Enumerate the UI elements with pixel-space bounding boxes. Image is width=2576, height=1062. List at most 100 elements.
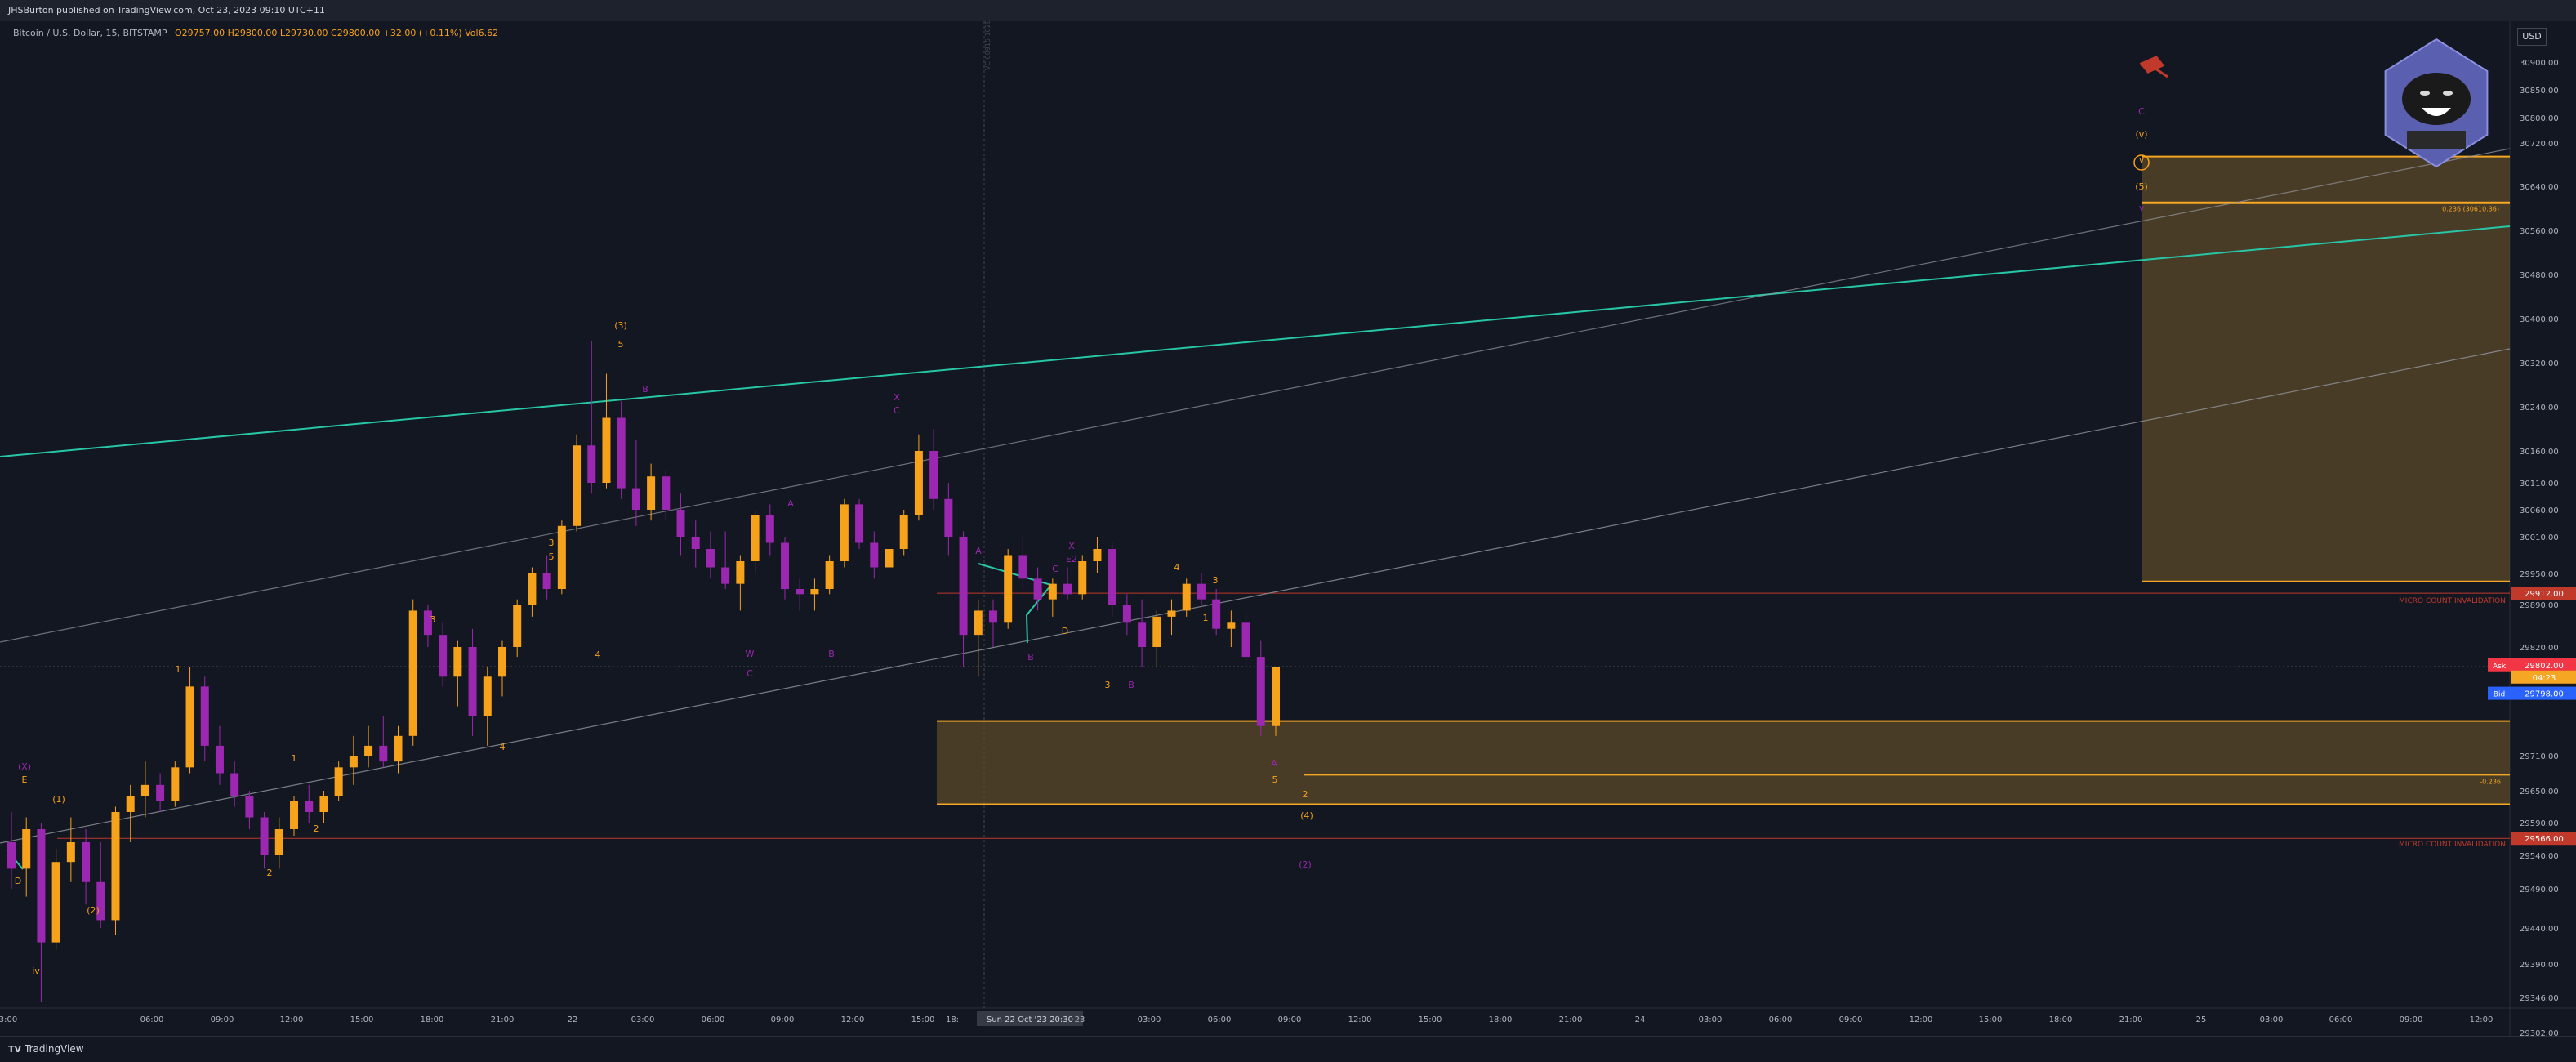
- time-tick-label: 12:00: [2470, 1015, 2494, 1024]
- time-tick-label: 03:00: [2260, 1015, 2284, 1024]
- time-tick-label: 09:00: [771, 1015, 795, 1024]
- time-tick-label: 12:00: [1910, 1015, 1933, 1024]
- candle-body: [751, 515, 760, 561]
- wave-label: X: [1068, 541, 1075, 551]
- candle-body: [171, 767, 180, 801]
- time-tick-label: 15:00: [1419, 1015, 1442, 1024]
- candle-body: [1241, 622, 1250, 658]
- price-tag-text-bid: 29798.00: [2525, 690, 2564, 699]
- candle-body: [1122, 605, 1131, 623]
- wave-label: 5: [549, 551, 555, 562]
- wave-label: A: [787, 498, 794, 509]
- candle-body: [796, 589, 804, 595]
- wave-label: C: [747, 668, 753, 679]
- wave-label: (2): [87, 905, 100, 916]
- candle-body: [1108, 549, 1116, 605]
- price-tick-label: 30160.00: [2520, 448, 2559, 457]
- candle-body: [1197, 583, 1206, 600]
- candle-body: [111, 812, 120, 921]
- candle-body: [1212, 599, 1221, 629]
- wave-label: D: [1062, 626, 1068, 636]
- time-tick-label: 18:: [946, 1015, 959, 1024]
- candle-body: [647, 476, 656, 510]
- candle-body: [215, 745, 224, 774]
- candle-body: [319, 796, 328, 812]
- wave-label: y: [2139, 203, 2145, 213]
- price-tick-label: 29390.00: [2520, 961, 2559, 970]
- price-tick-label: 30060.00: [2520, 506, 2559, 515]
- price-chart[interactable]: VC 00915 102D 4 0.236 (30610.36) -0.236 MI…: [0, 21, 2576, 1036]
- price-tick-label: 29346.00: [2520, 994, 2559, 1003]
- candle-body: [810, 589, 819, 595]
- candle-body: [349, 756, 358, 768]
- wave-label: C: [1052, 564, 1058, 574]
- candle-body: [691, 537, 700, 549]
- fib-lower-label: -0.236: [2480, 779, 2501, 786]
- wave-label: 1: [292, 753, 297, 764]
- wave-label: B: [642, 384, 648, 395]
- candle-body: [602, 417, 611, 483]
- candle-body: [497, 647, 506, 677]
- price-tick-label: 29890.00: [2520, 601, 2559, 610]
- price-tick-label: 29440.00: [2520, 925, 2559, 934]
- time-tick-label: 03:00: [631, 1015, 655, 1024]
- price-tick-label: 29820.00: [2520, 644, 2559, 653]
- wave-label: (1): [52, 794, 65, 805]
- candle-body: [1048, 583, 1057, 600]
- wave-label: 3: [1213, 575, 1219, 586]
- candle-body: [1182, 583, 1191, 611]
- publish-bar: JHSBurton published on TradingView.com, …: [0, 0, 2576, 22]
- currency-button[interactable]: USD: [2517, 28, 2547, 46]
- wave-label: 2: [267, 868, 273, 878]
- price-tick-label: 30560.00: [2520, 227, 2559, 236]
- candle-body: [736, 561, 745, 584]
- price-tick-label: 29490.00: [2520, 886, 2559, 895]
- time-tick-label: 06:00: [1208, 1015, 1232, 1024]
- price-tag-side-text: Bid: [2494, 691, 2505, 699]
- candle-body: [899, 515, 908, 549]
- wave-label: 4: [595, 649, 601, 660]
- price-tick-label: 30640.00: [2520, 183, 2559, 192]
- candle-body: [408, 610, 417, 736]
- candle-body: [274, 829, 283, 855]
- candle-body: [825, 561, 834, 589]
- price-tick-label: 30320.00: [2520, 359, 2559, 368]
- candle-body: [959, 537, 968, 636]
- price-tick-label: 30480.00: [2520, 271, 2559, 280]
- candle-body: [1033, 578, 1042, 600]
- time-tick-label: 18:00: [1489, 1015, 1513, 1024]
- time-tick-label: 21:00: [491, 1015, 515, 1024]
- price-tick-label: 30850.00: [2520, 87, 2559, 96]
- candle-body: [1227, 622, 1236, 629]
- logo-wordmark-plate: [2407, 131, 2466, 149]
- target-zone: [2142, 156, 2510, 582]
- time-tick-label: 12:00: [1348, 1015, 1372, 1024]
- time-tick-label: 3:00: [0, 1015, 17, 1024]
- wave-label: (4): [1300, 810, 1313, 821]
- fib-upper-label: 0.236 (30610.36): [2442, 205, 2499, 212]
- candle-body: [721, 567, 730, 584]
- price-tag-side-text: Ask: [2493, 663, 2507, 671]
- candle-body: [870, 542, 879, 568]
- time-tick-label: 06:00: [2329, 1015, 2353, 1024]
- candle-body: [66, 842, 75, 863]
- candle-body: [468, 647, 477, 716]
- tradingview-logo[interactable]: TV TradingView: [8, 1043, 84, 1055]
- wave-label: iv: [32, 966, 40, 976]
- time-tick-label: 03:00: [1138, 1015, 1161, 1024]
- candle-body: [305, 801, 314, 812]
- candle-body: [513, 605, 522, 647]
- wave-label: W: [746, 649, 755, 659]
- time-tick-label: 24: [1635, 1015, 1646, 1024]
- candle-body: [1078, 561, 1087, 595]
- candle-body: [245, 796, 254, 818]
- candle-body: [379, 745, 388, 762]
- wave-label: B: [828, 649, 835, 659]
- candle-body: [156, 784, 165, 801]
- candle-body: [1004, 555, 1013, 623]
- candle-body: [587, 445, 596, 483]
- candle-body: [929, 451, 938, 499]
- wave-label: (2): [1299, 859, 1312, 870]
- wave-label: A: [1271, 758, 1277, 769]
- brand-name: TradingView: [25, 1043, 84, 1055]
